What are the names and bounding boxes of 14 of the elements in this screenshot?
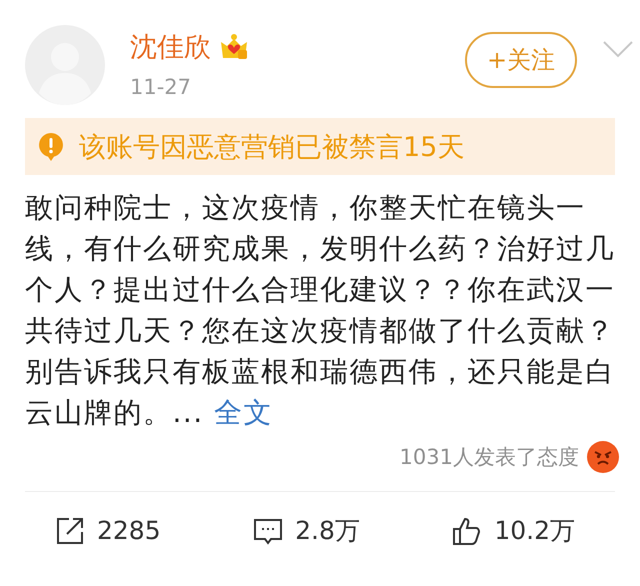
angry-face-icon[interactable] — [587, 441, 619, 473]
warning-icon — [39, 132, 63, 160]
thumbs-up-icon — [452, 516, 482, 546]
chevron-down-icon[interactable] — [603, 41, 633, 59]
notice-text: 该账号因恶意营销已被禁言15天 — [79, 130, 464, 164]
share-icon — [55, 516, 85, 546]
action-count[interactable]: 2285 — [97, 516, 161, 545]
action-count[interactable]: 10.2万 — [494, 514, 575, 547]
post-text: 敢问种院士，这次疫情，你整天忙在镜头一线，有什么研究成果，发明什么药？治好过几个人？提出过什么合理化建议？？你在武汉一共待过几天？您在这次疫情都做了什么贡献？别告诉我只有板蓝根和瑞德西伟，还只能是白云山牌的。... 全文 — [25, 190, 616, 431]
crown-badge-icon — [219, 33, 249, 61]
post-date: 11-27 — [130, 75, 192, 99]
action-count[interactable]: 2.8万 — [295, 514, 360, 547]
full-text-link[interactable]: 全文 — [214, 396, 274, 429]
reactions-count: 1031人发表了态度 — [400, 444, 579, 471]
